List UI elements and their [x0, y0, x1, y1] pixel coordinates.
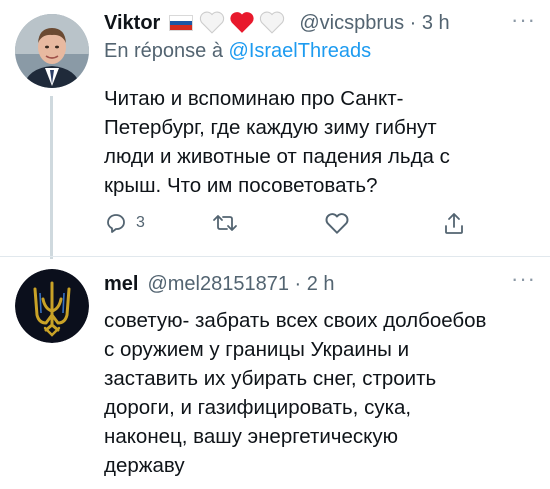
red-heart-icon	[229, 10, 257, 36]
text-line: наконец, вашу энергетическую	[104, 425, 398, 448]
retweet-icon	[213, 215, 237, 231]
like-icon	[325, 213, 349, 234]
text-line: люди и животные от падения льда с	[104, 145, 450, 168]
tweet-header-mel: mel @mel28151871 · 2 h	[104, 273, 335, 296]
divider	[0, 256, 550, 257]
white-heart-icon	[259, 10, 287, 36]
reply-icon	[107, 214, 125, 233]
share-icon	[445, 213, 463, 234]
more-icon[interactable]: ···	[511, 266, 536, 292]
russian-flag-icon	[169, 15, 194, 31]
reply-to-prefix: En réponse à	[104, 40, 229, 62]
reply-button[interactable]: 3	[104, 211, 145, 235]
retweet-button[interactable]	[212, 211, 238, 235]
tweet-text: Читаю и вспоминаю про Санкт- Петербург, …	[104, 84, 544, 200]
reply-count: 3	[136, 214, 145, 231]
text-line: заставить их убирать снег, строить	[104, 367, 437, 390]
share-button[interactable]	[442, 211, 466, 237]
text-line: Читаю и вспоминаю про Санкт-	[104, 87, 404, 110]
tweet-text: советую- забрать всех своих долбоебов с …	[104, 306, 544, 480]
thread-line	[50, 96, 53, 259]
text-line: с оружием у границы Украины и	[104, 338, 410, 361]
text-line: крыш. Что им посоветовать?	[104, 174, 378, 197]
like-button[interactable]	[324, 211, 350, 235]
ukrainian-trident-avatar	[15, 269, 89, 343]
tweet-header-viktor: Viktor @vicspbrus · 3 h	[104, 10, 450, 36]
text-line: дороги, и газифицировать, сука,	[104, 396, 412, 419]
handle-and-time[interactable]: @vicspbrus · 3 h	[299, 12, 449, 35]
avatar-mel[interactable]	[15, 269, 89, 343]
avatar-viktor[interactable]	[15, 14, 89, 88]
more-icon[interactable]: ···	[511, 7, 536, 33]
display-name[interactable]: mel	[104, 273, 138, 296]
text-line: Петербург, где каждую зиму гибнут	[104, 116, 437, 139]
text-line: державу	[104, 454, 185, 477]
reply-to-handle[interactable]: @IsraelThreads	[229, 40, 372, 62]
tweet-actions: 3	[104, 211, 474, 241]
display-name[interactable]: Viktor	[104, 12, 160, 35]
white-heart-icon	[199, 10, 227, 36]
reply-to: En réponse à @IsraelThreads	[104, 40, 371, 63]
text-line: советую- забрать всех своих долбоебов	[104, 309, 487, 332]
avatar-viktor-image	[15, 14, 89, 88]
handle-and-time[interactable]: @mel28151871 · 2 h	[147, 273, 334, 296]
